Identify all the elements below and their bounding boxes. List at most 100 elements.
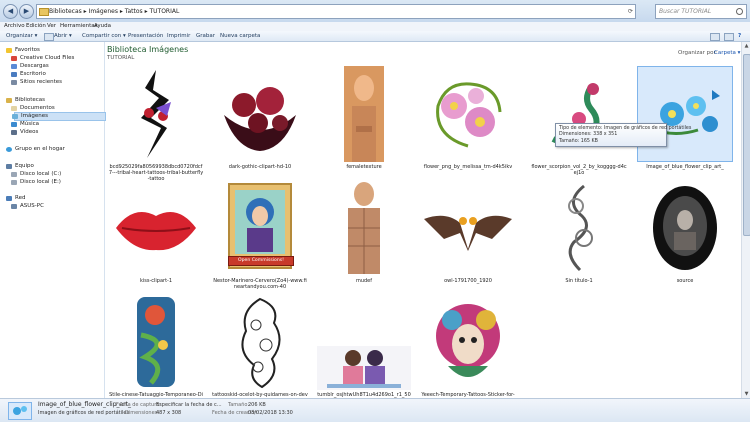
refresh-icon[interactable]: ⟳ xyxy=(628,5,633,18)
view-options-icon[interactable] xyxy=(710,33,720,41)
drive-icon xyxy=(11,172,17,177)
file-name: owl-1791700_1920 xyxy=(444,278,492,284)
size-label: Tamaño: xyxy=(228,402,250,408)
file-name: kiss-clipart-1 xyxy=(139,278,173,284)
anime-couple-thumbnail xyxy=(316,294,412,390)
menu-ver[interactable]: Ver xyxy=(47,22,56,31)
videos-icon xyxy=(11,130,17,135)
network-icon xyxy=(6,196,12,201)
mudef-thumbnail xyxy=(316,180,412,276)
address-bar-row: ◀ ▶ Bibliotecas ▸ Imágenes ▸ Tattos ▸ TU… xyxy=(0,0,750,23)
nav-drive-e[interactable]: Disco local (E:) xyxy=(11,179,61,186)
pink-flowers-thumbnail xyxy=(420,66,516,162)
burn-button[interactable]: Grabar xyxy=(196,31,215,41)
slideshow-button[interactable]: Presentación xyxy=(128,31,163,41)
nav-videos[interactable]: Vídeos xyxy=(11,129,38,136)
sketch-tattoo-thumbnail xyxy=(531,180,627,276)
address-bar[interactable]: Bibliotecas ▸ Imágenes ▸ Tattos ▸ TUTORI… xyxy=(36,4,636,19)
search-icon[interactable] xyxy=(736,8,743,15)
preview-pane-icon[interactable] xyxy=(724,33,734,41)
blue-flower-thumbnail xyxy=(637,66,733,162)
female-texture-thumbnail xyxy=(316,66,412,162)
organize-button[interactable]: Organizar ▾ xyxy=(6,31,37,41)
menu-ayuda[interactable]: Ayuda xyxy=(94,22,111,31)
computer-icon xyxy=(6,164,12,169)
source-frame-thumbnail xyxy=(637,180,733,276)
capture-date-value[interactable]: Especificar la fecha de c... xyxy=(156,402,222,408)
dimensions-value: 487 x 308 xyxy=(156,410,182,416)
address-path[interactable]: Bibliotecas ▸ Imágenes ▸ Tattos ▸ TUTORI… xyxy=(49,5,179,18)
drive-icon xyxy=(11,180,17,185)
nav-asus-pc[interactable]: ASUS-PC xyxy=(11,203,44,210)
file-info-tooltip: Tipo de elemento: Imagen de gráficos de … xyxy=(555,123,691,147)
library-title: Biblioteca Imágenes xyxy=(107,45,189,54)
file-name: source xyxy=(676,278,694,284)
documents-icon xyxy=(11,106,17,111)
nav-creative-cloud[interactable]: Creative Cloud Files xyxy=(11,55,74,62)
arrange-by-dropdown[interactable]: Carpeta ▾ xyxy=(714,50,740,56)
nav-documents[interactable]: Documentos xyxy=(11,105,55,112)
scrollbar-thumb[interactable] xyxy=(743,54,750,236)
recent-places-icon xyxy=(11,80,17,85)
library-subtitle: TUTORIAL xyxy=(107,55,135,61)
nav-network[interactable]: Red xyxy=(6,195,25,202)
open-button[interactable]: Abrir ▾ xyxy=(54,31,72,41)
open-commissions-banner: Open Commissions! xyxy=(228,256,294,266)
homegroup-icon xyxy=(6,147,12,152)
tribal-butterfly-thumbnail xyxy=(108,66,204,162)
image-viewer-icon xyxy=(44,33,54,41)
nav-drive-c[interactable]: Disco local (C:) xyxy=(11,171,61,178)
flower-scorpion-thumbnail xyxy=(531,66,627,162)
menu-archivo[interactable]: Archivo xyxy=(4,22,25,31)
vertical-scrollbar[interactable]: ▲ ▼ xyxy=(741,42,750,398)
desktop-icon xyxy=(11,72,17,77)
folder-icon xyxy=(39,8,49,16)
search-placeholder: Buscar TUTORIAL xyxy=(659,8,712,15)
music-icon xyxy=(11,122,17,127)
search-field[interactable]: Buscar TUTORIAL xyxy=(655,4,747,19)
scroll-up-icon[interactable]: ▲ xyxy=(742,42,750,50)
nav-desktop[interactable]: Escritorio xyxy=(11,71,46,78)
file-name: flower_png_by_melissa_tm-d4k5ikv xyxy=(423,164,513,170)
file-name: dark-gothic-clipart-hd-10 xyxy=(228,164,292,170)
share-button[interactable]: Compartir con ▾ xyxy=(82,31,126,41)
help-icon[interactable]: ? xyxy=(738,31,741,41)
fantasy-girl-thumbnail: Open Commissions! xyxy=(212,180,308,276)
kiss-lips-thumbnail xyxy=(108,180,204,276)
file-name: Image_of_blue_flower_clip_art_ xyxy=(646,164,724,170)
navigation-pane: Favoritos Creative Cloud Files Descargas… xyxy=(0,42,106,398)
details-pane: Image_of_blue_flower_clip_art_ Imagen de… xyxy=(0,398,750,422)
ocelot-sketch-thumbnail xyxy=(212,294,308,390)
file-name: flower_scorpion_vol_2_by_kogggg-d4cej1o xyxy=(531,164,627,176)
back-button[interactable]: ◀ xyxy=(3,4,18,19)
creative-cloud-icon xyxy=(11,56,17,61)
print-button[interactable]: Imprimir xyxy=(167,31,190,41)
size-value: 206 KB xyxy=(248,402,266,408)
nav-downloads[interactable]: Descargas xyxy=(11,63,49,70)
nav-recent[interactable]: Sitios recientes xyxy=(11,79,62,86)
forward-button[interactable]: ▶ xyxy=(19,4,34,19)
scroll-down-icon[interactable]: ▼ xyxy=(742,390,750,398)
owl-thumbnail xyxy=(420,180,516,276)
gothic-roses-thumbnail xyxy=(212,66,308,162)
nav-homegroup[interactable]: Grupo en el hogar xyxy=(6,146,65,153)
selected-file-icon xyxy=(8,402,32,420)
dimensions-label: Dimensiones: xyxy=(125,410,159,416)
file-name: mudef xyxy=(355,278,373,284)
toolbar: Organizar ▾ Abrir ▾ Compartir con ▾ Pres… xyxy=(0,31,750,42)
file-name: Nestor-Marinero-Cervero(Zo4)-www.fineart… xyxy=(213,278,307,290)
chinese-dragon-thumbnail xyxy=(108,294,204,390)
nav-music[interactable]: Música xyxy=(11,121,39,128)
capture-date-label: Fecha de captura: xyxy=(116,402,162,408)
nav-favorites[interactable]: Favoritos xyxy=(6,47,40,54)
menu-edicion[interactable]: Edición xyxy=(26,22,46,31)
nav-computer[interactable]: Equipo xyxy=(6,163,34,170)
star-icon xyxy=(6,48,12,53)
colorful-skull-girl-thumbnail xyxy=(420,294,516,390)
menu-herramientas[interactable]: Herramientas xyxy=(60,22,97,31)
libraries-icon xyxy=(6,98,12,103)
created-date-value: 03/02/2018 13:30 xyxy=(248,410,293,416)
new-folder-button[interactable]: Nueva carpeta xyxy=(220,31,260,41)
nav-libraries[interactable]: Bibliotecas xyxy=(6,97,45,104)
nav-images[interactable]: Imágenes xyxy=(12,112,106,121)
